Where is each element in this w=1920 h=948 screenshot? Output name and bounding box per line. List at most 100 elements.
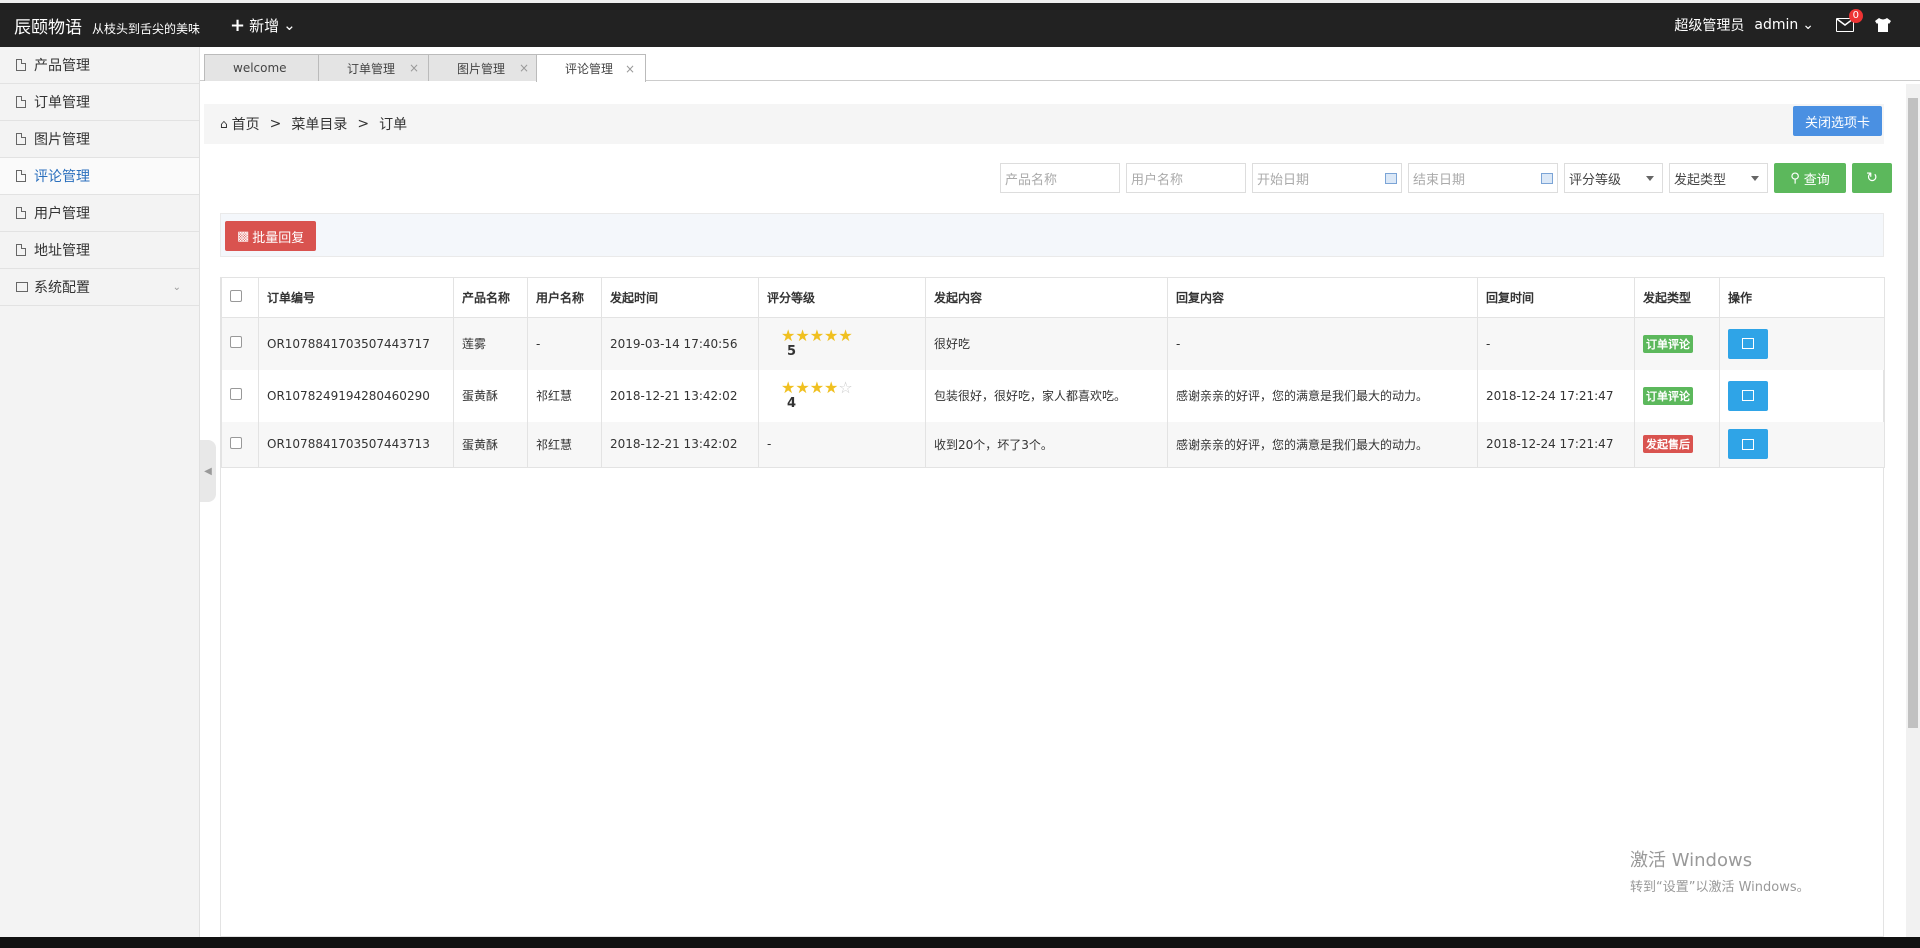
tab-comments[interactable]: 评论管理 × <box>536 54 646 82</box>
row-checkbox[interactable] <box>230 336 242 349</box>
breadcrumb-home[interactable]: 首页 <box>232 114 260 134</box>
sidebar-item-label: 产品管理 <box>34 58 90 74</box>
sidebar-item-images[interactable]: 图片管理 <box>0 121 199 158</box>
type-select[interactable]: 发起类型 <box>1669 163 1768 193</box>
image-icon <box>1742 390 1754 401</box>
chevron-left-icon: ◀ <box>204 465 212 477</box>
comment-content: 包装很好，很好吃，家人都喜欢吃。 <box>925 369 1168 422</box>
rating-stars: ★★★★★ <box>781 325 853 345</box>
refresh-button[interactable]: ↻ <box>1852 163 1892 193</box>
order-number: OR1078841703507443717 <box>258 317 454 370</box>
sidebar-item-users[interactable]: 用户管理 <box>0 195 199 232</box>
reply-content: 感谢亲亲的好评，您的满意是我们最大的动力。 <box>1167 421 1478 468</box>
watermark-title: 激活 Windows <box>1630 850 1753 871</box>
dropdown-arrow-icon <box>1751 176 1759 181</box>
column-header[interactable]: 回复时间 <box>1477 277 1635 318</box>
sidebar-item-label: 订单管理 <box>34 95 90 111</box>
column-header[interactable]: 回复内容 <box>1167 277 1478 318</box>
sidebar-item-products[interactable]: 产品管理 <box>0 47 199 84</box>
skin-icon[interactable] <box>1874 18 1892 32</box>
rating-stars: ★★★★☆ <box>781 377 853 397</box>
column-header[interactable]: 产品名称 <box>453 277 528 318</box>
file-icon <box>16 133 26 145</box>
batch-reply-button[interactable]: ▩ 批量回复 <box>225 221 317 251</box>
tab-bar: welcome 订单管理 × 图片管理 × 评论管理 × <box>200 54 1920 82</box>
view-image-button[interactable] <box>1728 429 1768 460</box>
sidebar-item-addresses[interactable]: 地址管理 <box>0 232 199 269</box>
breadcrumb-separator: > <box>357 116 370 132</box>
user-name-input[interactable]: 用户名称 <box>1126 163 1246 193</box>
query-button[interactable]: ⚲ 查询 <box>1774 163 1846 193</box>
sidebar-item-orders[interactable]: 订单管理 <box>0 84 199 121</box>
rating-score: 4 <box>787 395 797 411</box>
breadcrumb-level2: 订单 <box>379 117 408 133</box>
scrollbar-thumb[interactable] <box>1908 98 1918 728</box>
sidebar-collapse-handle[interactable]: ◀ <box>200 440 216 502</box>
row-checkbox[interactable] <box>230 388 242 400</box>
type-badge: 订单评论 <box>1643 334 1693 353</box>
type-cell: 订单评论 <box>1634 317 1720 370</box>
column-header[interactable]: 订单编号 <box>258 277 454 318</box>
row-select-cell <box>221 317 259 370</box>
windows-activation-watermark: 激活 Windows 转到“设置”以激活 Windows。 <box>1630 846 1810 895</box>
new-menu-label: 新增 <box>249 16 280 35</box>
column-header[interactable]: 发起内容 <box>925 277 1168 318</box>
sidebar: 产品管理 订单管理 图片管理 评论管理 用户管理 地址管理 系统配置 ⌄ <box>0 47 200 937</box>
column-header[interactable]: 发起类型 <box>1634 277 1720 318</box>
view-image-button[interactable] <box>1728 380 1768 411</box>
column-header[interactable]: 用户名称 <box>527 277 602 318</box>
chevron-down-icon: ⌄ <box>1802 17 1814 33</box>
table-row[interactable]: OR1078249194280460290 蛋黄酥 祁红慧 2018-12-21… <box>221 369 1885 422</box>
column-header[interactable]: 评分等级 <box>758 277 926 318</box>
type-select-value: 发起类型 <box>1674 172 1727 188</box>
product-name-input[interactable]: 产品名称 <box>1000 163 1120 193</box>
close-icon[interactable]: × <box>625 62 635 76</box>
close-tabs-button[interactable]: 关闭选项卡 <box>1792 106 1882 136</box>
table-row[interactable]: OR1078841703507443713 蛋黄酥 祁红慧 2018-12-21… <box>221 421 1885 468</box>
view-image-button[interactable] <box>1728 328 1768 359</box>
file-icon <box>16 207 26 219</box>
start-date-input[interactable]: 开始日期 <box>1252 163 1402 193</box>
rating-cell: ★★★★☆ 4 <box>758 369 926 422</box>
dropdown-arrow-icon <box>1646 176 1654 181</box>
file-icon <box>16 96 26 108</box>
mail-icon[interactable]: 0 <box>1836 9 1863 32</box>
sidebar-item-comments[interactable]: 评论管理 <box>0 158 199 195</box>
breadcrumb-level1[interactable]: 菜单目录 <box>291 114 347 134</box>
tab-images[interactable]: 图片管理 × <box>428 54 540 81</box>
reply-content: 感谢亲亲的好评，您的满意是我们最大的动力。 <box>1167 369 1478 422</box>
sidebar-item-label: 图片管理 <box>34 132 90 148</box>
sidebar-item-label: 用户管理 <box>34 206 90 222</box>
taskbar <box>0 937 1920 948</box>
close-icon[interactable]: × <box>519 61 529 75</box>
brand[interactable]: 辰颐物语 从枝头到舌尖的美味 <box>0 13 200 38</box>
product-name-placeholder: 产品名称 <box>1005 172 1058 188</box>
sidebar-item-system-config[interactable]: 系统配置 ⌄ <box>0 269 199 306</box>
rating-select[interactable]: 评分等级 <box>1564 163 1663 193</box>
column-header[interactable]: 发起时间 <box>601 277 759 318</box>
product-name: 蛋黄酥 <box>453 369 528 422</box>
end-date-input[interactable]: 结束日期 <box>1408 163 1558 193</box>
brand-slogan: 从枝头到舌尖的美味 <box>92 21 201 36</box>
chevron-down-icon: ⌄ <box>283 16 296 34</box>
type-cell: 发起售后 <box>1634 421 1720 468</box>
sidebar-item-label: 评论管理 <box>34 169 90 185</box>
tab-label: 图片管理 <box>457 61 506 76</box>
trash-icon: ▩ <box>237 228 250 244</box>
reply-content: - <box>1167 317 1478 370</box>
row-checkbox[interactable] <box>230 436 242 449</box>
vertical-scrollbar[interactable] <box>1906 84 1920 937</box>
table-row[interactable]: OR1078841703507443717 莲雾 - 2019-03-14 17… <box>221 317 1885 370</box>
close-icon[interactable]: × <box>409 61 419 75</box>
top-navbar: 辰颐物语 从枝头到舌尖的美味 + 新增 ⌄ 超级管理员 admin ⌄ 0 <box>0 0 1920 47</box>
type-cell: 订单评论 <box>1634 369 1720 422</box>
select-all-checkbox[interactable] <box>230 290 242 302</box>
tab-welcome[interactable]: welcome <box>204 54 320 81</box>
row-select-cell <box>221 369 259 422</box>
breadcrumb-separator: > <box>269 116 282 132</box>
user-menu[interactable]: admin ⌄ <box>1754 17 1814 33</box>
sidebar-item-label: 系统配置 <box>34 280 90 296</box>
tab-orders[interactable]: 订单管理 × <box>318 54 430 81</box>
file-icon <box>16 59 26 71</box>
new-menu-button[interactable]: + 新增 ⌄ <box>230 15 296 36</box>
